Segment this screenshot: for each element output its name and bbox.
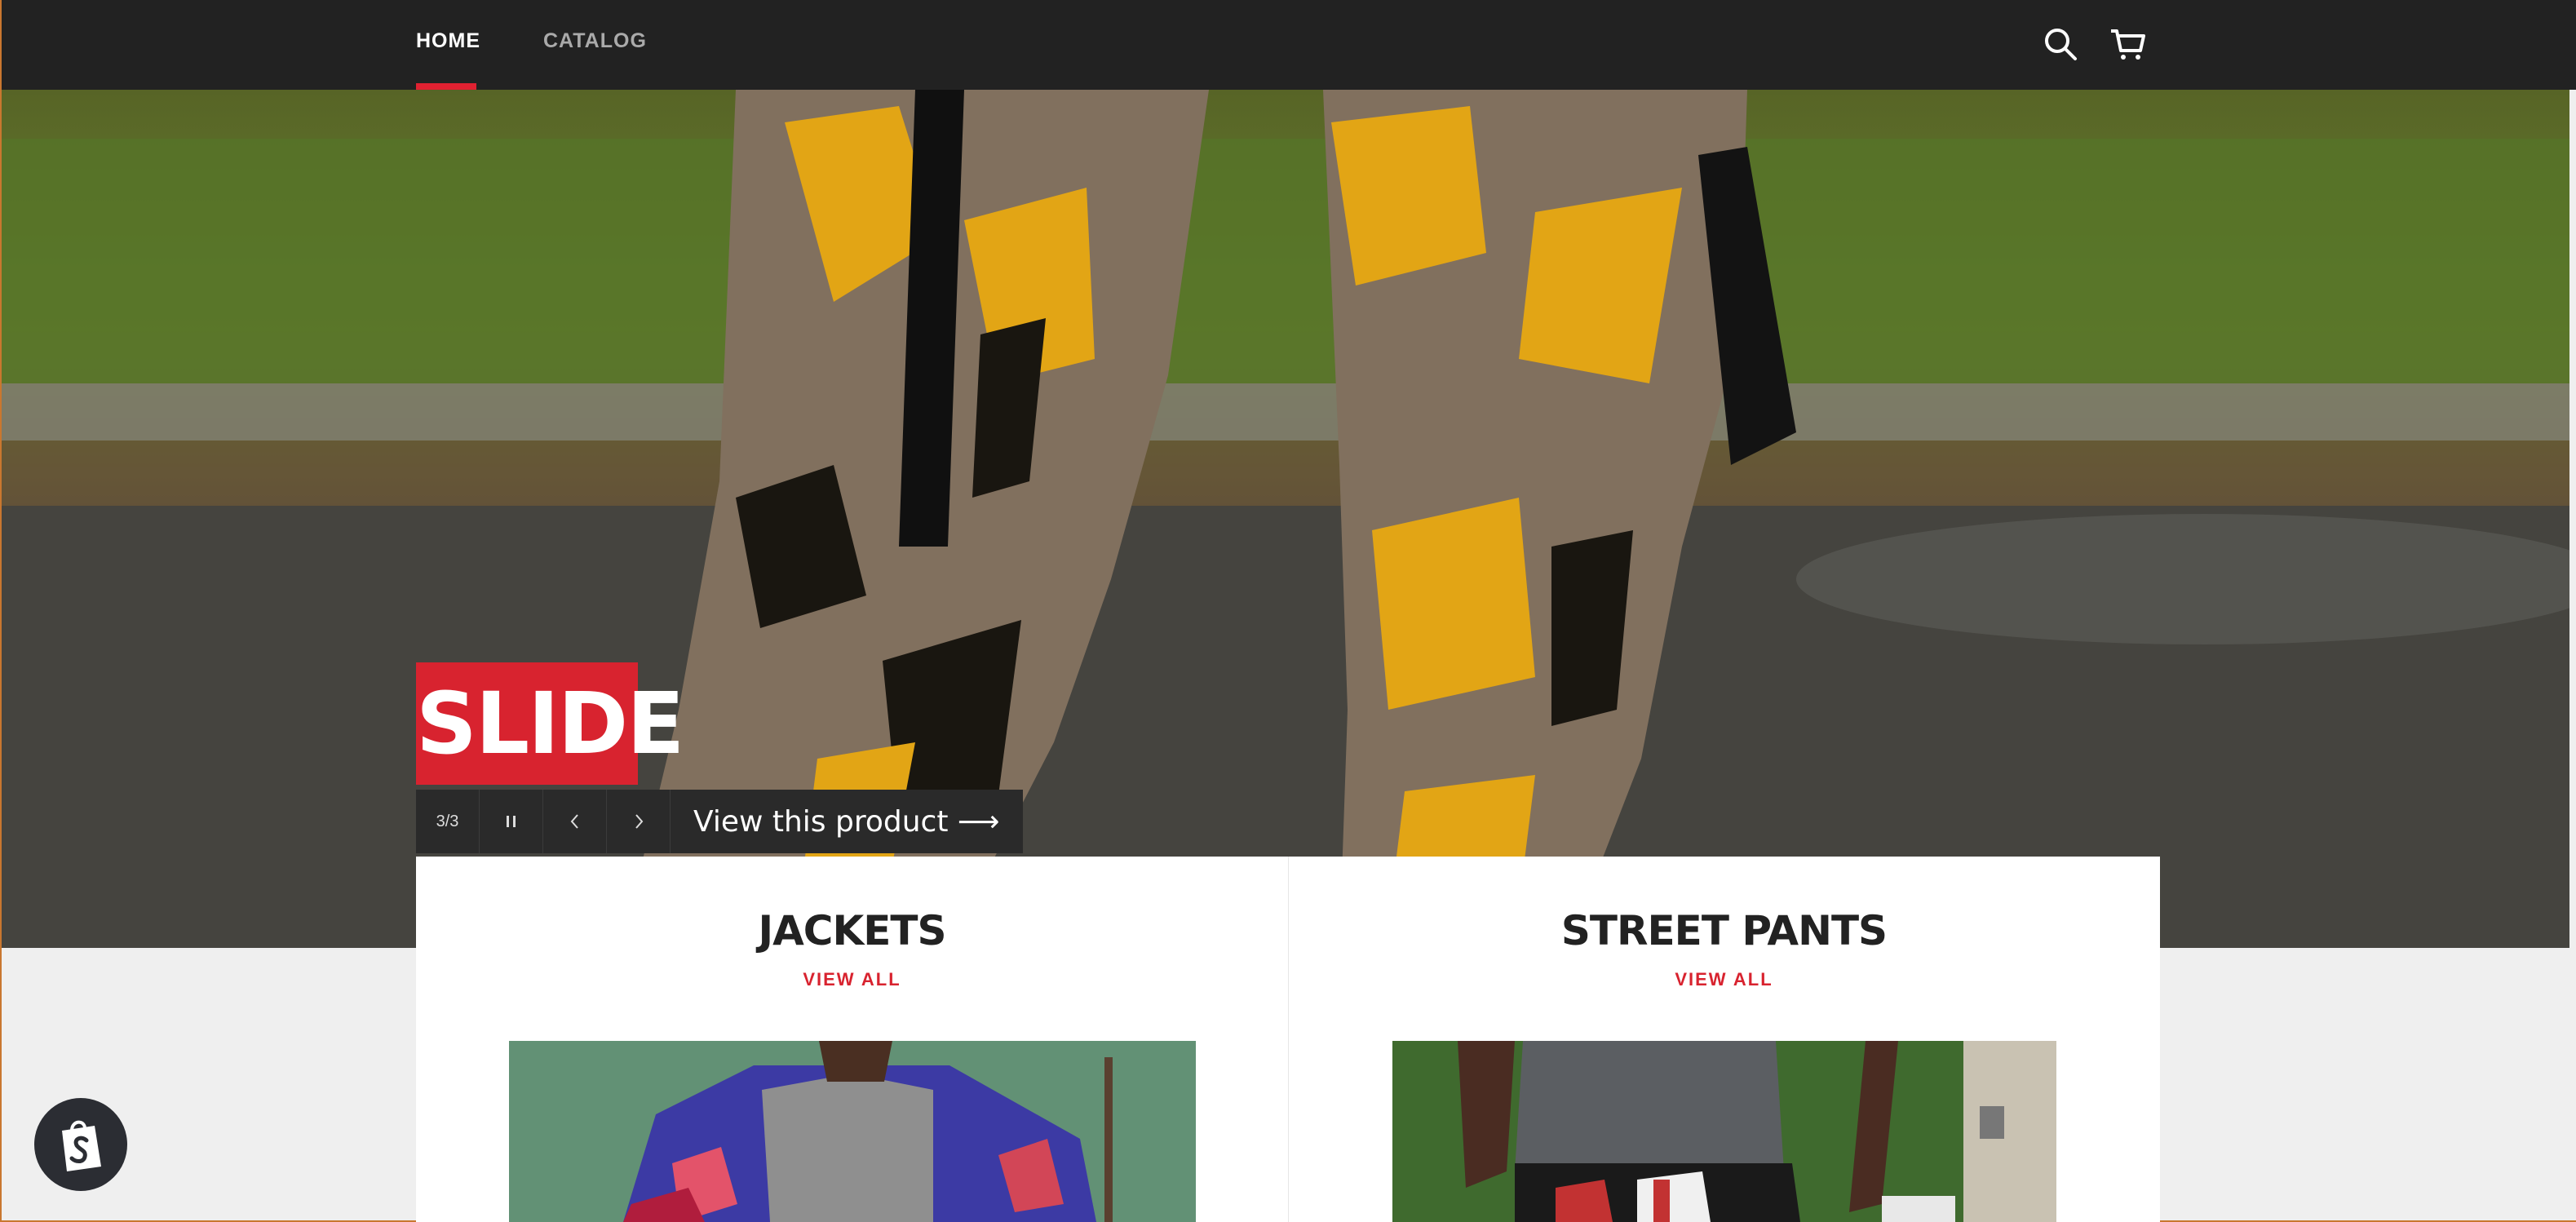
- hero-slideshow: SLIDE 3/3 View this product ⟶: [2, 90, 2569, 948]
- shopify-badge[interactable]: [34, 1098, 127, 1191]
- search-icon[interactable]: [2041, 24, 2080, 64]
- shopify-bag-icon: [62, 1120, 101, 1171]
- view-all-link[interactable]: VIEW ALL: [1288, 969, 2160, 990]
- featured-collections: JACKETS VIEW ALL STREET PANTS VIEW ALL: [416, 857, 2160, 1222]
- slide-counter: 3/3: [416, 790, 480, 853]
- cart-icon[interactable]: [2108, 24, 2147, 64]
- chevron-right-icon: [635, 814, 643, 829]
- view-all-link[interactable]: VIEW ALL: [416, 969, 1288, 990]
- collection-image[interactable]: [1392, 1041, 2056, 1222]
- previous-slide-button[interactable]: [543, 790, 607, 853]
- slideshow-controls: 3/3 View this product ⟶: [416, 790, 1023, 853]
- nav-home-link[interactable]: HOME: [416, 29, 480, 53]
- street-pants-photo: [1392, 1041, 2056, 1222]
- collection-title[interactable]: STREET PANTS: [1288, 907, 2160, 954]
- jacket-photo: [509, 1041, 1196, 1222]
- collection-title[interactable]: JACKETS: [416, 907, 1288, 954]
- nav-active-indicator: [416, 83, 476, 90]
- nav-catalog-link[interactable]: CATALOG: [543, 29, 647, 53]
- pause-button[interactable]: [480, 790, 543, 853]
- hero-background-image: [2, 90, 2569, 948]
- collection-image[interactable]: [509, 1041, 1196, 1222]
- chevron-left-icon: [570, 814, 578, 829]
- next-slide-button[interactable]: [607, 790, 671, 853]
- pause-icon: [506, 816, 516, 827]
- top-navigation: HOME CATALOG: [2, 0, 2576, 90]
- slide-title: SLIDE: [416, 662, 684, 785]
- view-product-link[interactable]: View this product ⟶: [671, 790, 1023, 853]
